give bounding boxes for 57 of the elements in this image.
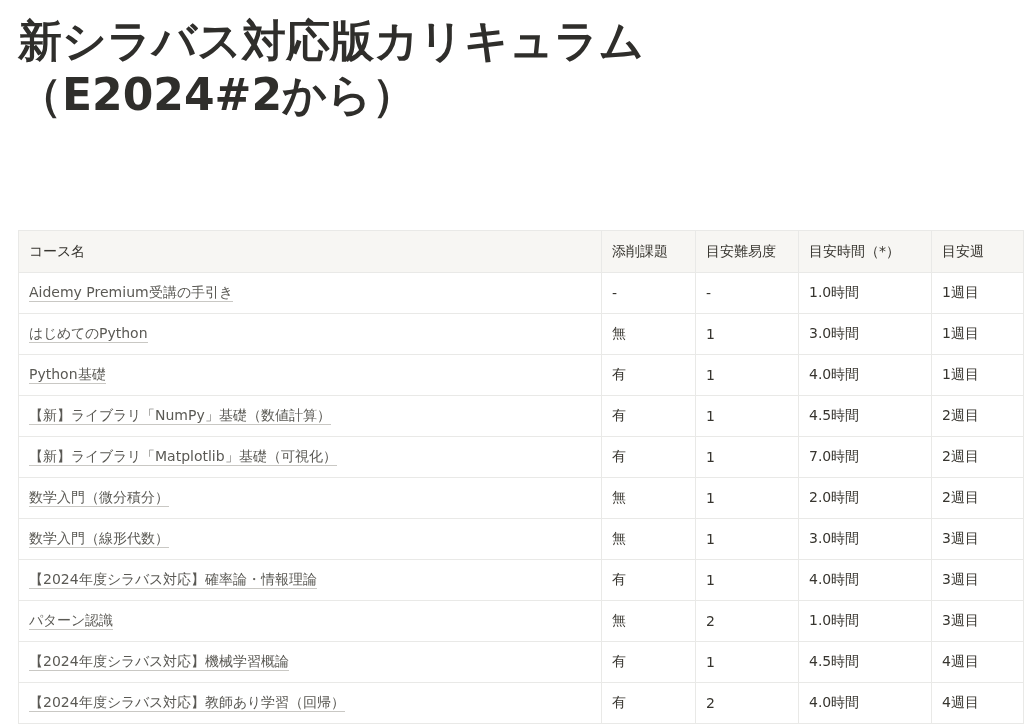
- table-cell: 1: [706, 408, 715, 424]
- table-cell: 2週目: [942, 489, 979, 505]
- table-cell: 4週目: [942, 653, 979, 669]
- table-cell: 有: [612, 694, 626, 710]
- table-cell: 4.0時間: [809, 571, 860, 587]
- table-cell: 7.0時間: [809, 448, 860, 464]
- table-cell: -: [612, 285, 618, 301]
- table-cell: 有: [612, 366, 626, 382]
- column-header: 目安難易度: [706, 242, 776, 259]
- column-header: 目安時間（*）: [809, 242, 900, 259]
- table-cell: 有: [612, 407, 626, 423]
- table-cell: 2週目: [942, 448, 979, 464]
- table-cell: 2.0時間: [809, 489, 860, 505]
- course-link[interactable]: 数学入門（微分積分）: [29, 489, 169, 507]
- table-cell: 無: [612, 489, 626, 505]
- table-cell: 1: [706, 367, 715, 383]
- table-cell: 4.0時間: [809, 366, 860, 382]
- table-cell: 1: [706, 490, 715, 506]
- table-cell: 4週目: [942, 694, 979, 710]
- table-cell: 無: [612, 325, 626, 341]
- course-link[interactable]: はじめてのPython: [29, 325, 148, 343]
- column-header: 添削課題: [612, 242, 668, 259]
- table-cell: 1週目: [942, 284, 979, 300]
- course-link[interactable]: パターン認識: [29, 612, 113, 630]
- page-title: 新シラバス対応版カリキュラム（E2024#2から）: [18, 14, 645, 122]
- course-link[interactable]: Python基礎: [29, 366, 106, 384]
- table-cell: 有: [612, 448, 626, 464]
- column-header: 目安週: [942, 242, 984, 259]
- table-cell: 4.0時間: [809, 694, 860, 710]
- table-cell: -: [706, 285, 712, 301]
- table-cell: 3.0時間: [809, 530, 860, 546]
- table-cell: 1.0時間: [809, 284, 860, 300]
- course-link[interactable]: 【2024年度シラバス対応】機械学習概論: [29, 653, 289, 671]
- table-cell: 無: [612, 612, 626, 628]
- column-header: コース名: [29, 242, 85, 259]
- table-cell: 1: [706, 449, 715, 465]
- course-link[interactable]: Aidemy Premium受講の手引き: [29, 284, 233, 302]
- table-cell: 3週目: [942, 530, 979, 546]
- table-cell: 1週目: [942, 325, 979, 341]
- table-cell: 無: [612, 530, 626, 546]
- table-cell: 有: [612, 571, 626, 587]
- table-cell: 1: [706, 572, 715, 588]
- table-cell: 2週目: [942, 407, 979, 423]
- table-cell: 1: [706, 326, 715, 342]
- table-cell: 2: [706, 613, 715, 629]
- table-cell: 1.0時間: [809, 612, 860, 628]
- table-cell: 3週目: [942, 612, 979, 628]
- table-cell: 4.5時間: [809, 653, 860, 669]
- table-cell: 4.5時間: [809, 407, 860, 423]
- table-cell: 1週目: [942, 366, 979, 382]
- table-cell: 1: [706, 654, 715, 670]
- table-cell: 3.0時間: [809, 325, 860, 341]
- table-cell: 1: [706, 531, 715, 547]
- table-cell: 2: [706, 695, 715, 711]
- table-cell: 有: [612, 653, 626, 669]
- course-link[interactable]: 数学入門（線形代数）: [29, 530, 169, 548]
- table-cell: 3週目: [942, 571, 979, 587]
